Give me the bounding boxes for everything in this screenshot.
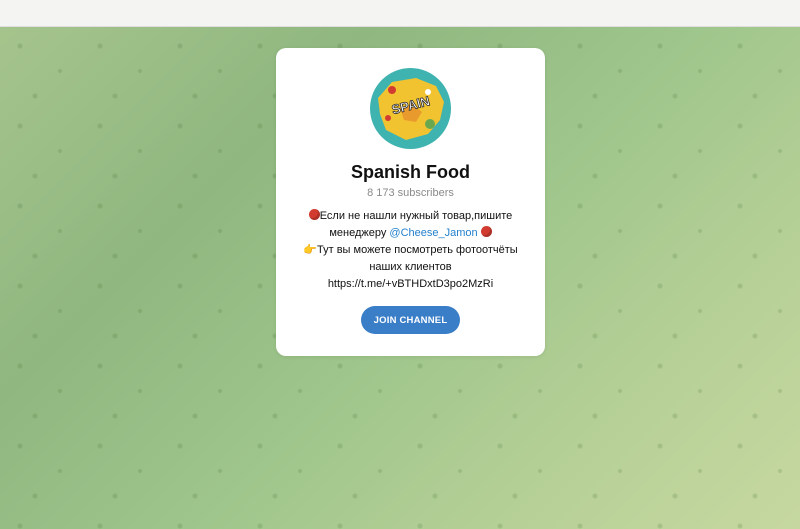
red-circle-icon [308, 209, 320, 220]
description-line-2: менеджеру @Cheese_Jamon [290, 225, 531, 242]
description-line-4: наших клиентов [290, 259, 531, 276]
channel-title: Spanish Food [351, 162, 470, 182]
description-text-3: Тут вы можете посмотреть фотоотчёты [317, 244, 518, 256]
description-text-4: наших клиентов [369, 261, 452, 273]
subscriber-count: 8 173 subscribers [367, 187, 454, 199]
description-line-5: https://t.me/+vBTHDxtD3po2MzRi [290, 276, 531, 293]
channel-card: SPAIN Spanish Food 8 173 subscribers Есл… [276, 48, 545, 356]
description-line-3: 👉Тут вы можете посмотреть фотоотчёты [290, 242, 531, 259]
invite-link[interactable]: https://t.me/+vBTHDxtD3po2MzRi [328, 278, 493, 290]
pointing-hand-icon: 👉 [303, 244, 318, 256]
join-channel-button[interactable]: JOIN CHANNEL [361, 306, 460, 334]
description-text-1: Если не нашли нужный товар,пишите [319, 210, 513, 222]
top-bar [0, 0, 800, 27]
description-text-2: менеджеру [329, 227, 387, 239]
red-circle-icon [480, 226, 492, 237]
spain-map-avatar-icon: SPAIN [370, 68, 451, 149]
manager-mention-link[interactable]: @Cheese_Jamon [389, 227, 477, 239]
description-line-1: Если не нашли нужный товар,пишите [290, 208, 531, 225]
channel-description: Если не нашли нужный товар,пишите менедж… [290, 208, 531, 293]
channel-avatar: SPAIN [370, 68, 451, 149]
